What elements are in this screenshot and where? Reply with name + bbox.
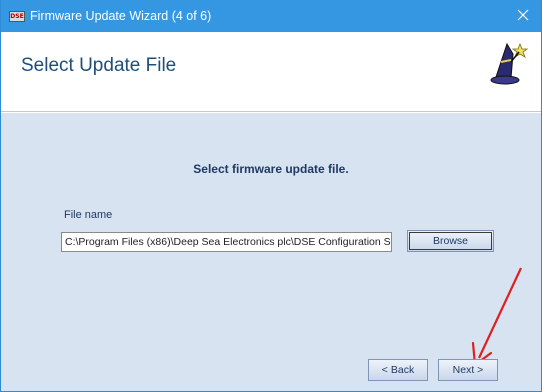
file-name-label: File name bbox=[64, 209, 113, 221]
back-button[interactable]: < Back bbox=[368, 359, 428, 381]
wizard-body: Select firmware update file. File name C… bbox=[1, 113, 541, 391]
wizard-icon bbox=[489, 40, 529, 86]
browse-button[interactable]: Browse bbox=[407, 230, 494, 252]
window-title: Firmware Update Wizard (4 of 6) bbox=[30, 9, 212, 23]
wizard-window: DSE Firmware Update Wizard (4 of 6) Sele… bbox=[0, 0, 542, 392]
title-bar[interactable]: DSE Firmware Update Wizard (4 of 6) bbox=[1, 0, 541, 32]
page-title: Select Update File bbox=[21, 55, 177, 76]
wizard-header: Select Update File bbox=[1, 32, 541, 112]
app-icon: DSE bbox=[9, 10, 25, 22]
annotation-arrow bbox=[471, 267, 522, 367]
instruction-text: Select firmware update file. bbox=[193, 162, 349, 176]
file-path-input[interactable]: C:\Program Files (x86)\Deep Sea Electron… bbox=[61, 232, 392, 252]
next-button[interactable]: Next > bbox=[438, 359, 498, 381]
close-icon[interactable] bbox=[515, 7, 531, 23]
